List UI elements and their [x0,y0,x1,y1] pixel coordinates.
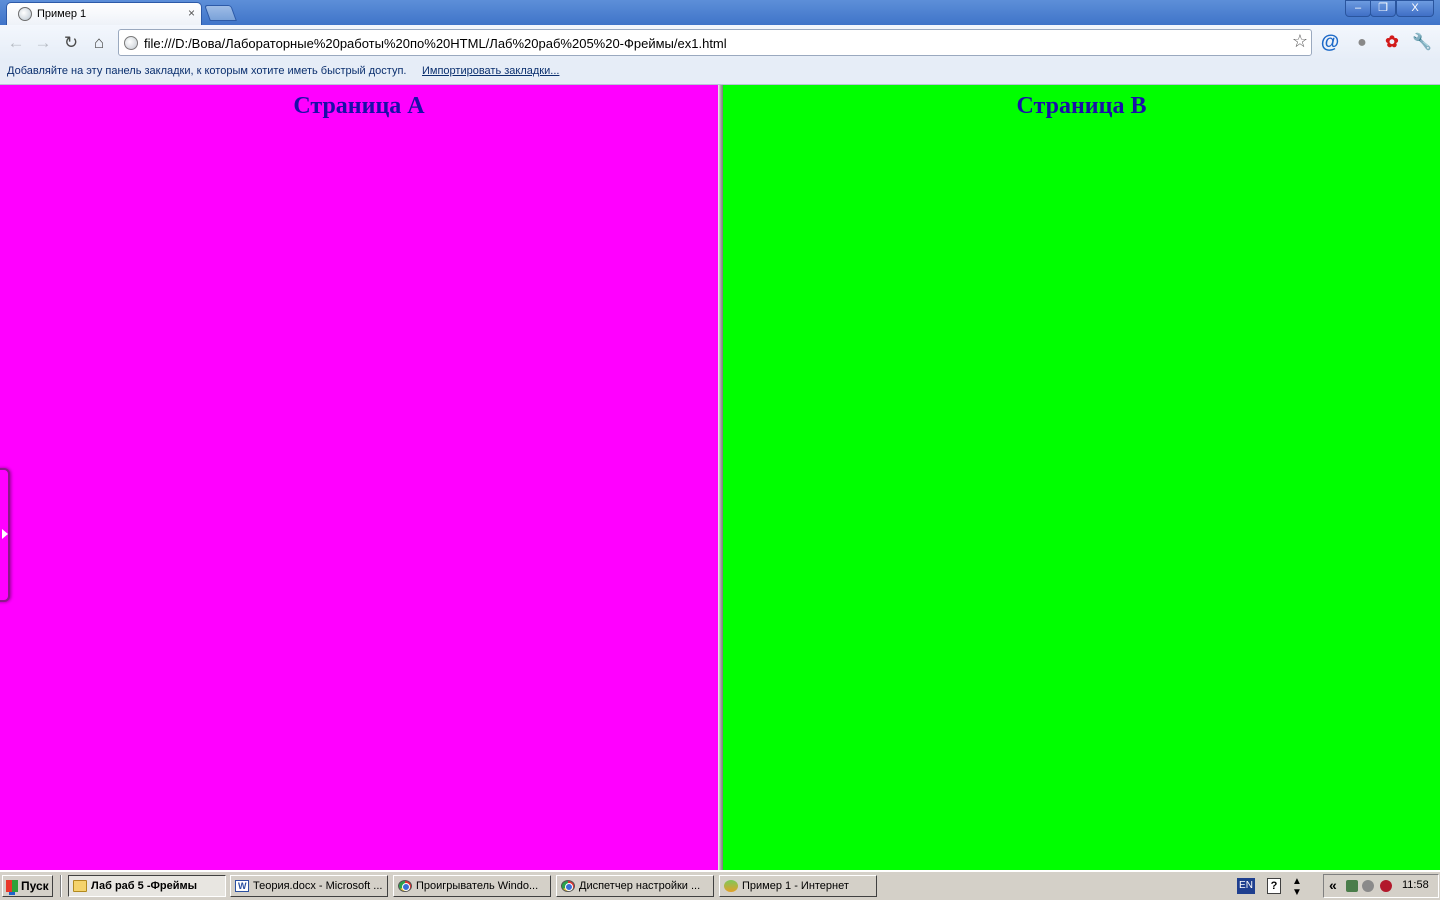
window-close-button[interactable]: X [1396,0,1434,17]
system-clock[interactable]: 11:58 [1402,879,1429,891]
network-icon[interactable] [1346,880,1358,892]
folder-icon [73,880,87,892]
chrome-icon [398,880,412,892]
reload-icon[interactable]: ↻ [61,33,81,53]
word-icon [235,876,249,896]
page-favicon-icon [18,7,32,21]
page-b-heading: Страница B [1016,93,1147,119]
windows-logo-icon [6,880,18,892]
bookmark-star-icon[interactable]: ☆ [1292,31,1308,52]
task-button-folder[interactable]: Лаб раб 5 -Фреймы [68,875,226,897]
task-button-manager[interactable]: Диспетчер настройки ... [556,875,714,897]
window-restore-button[interactable]: ❐ [1370,0,1396,17]
windows-taskbar: Пуск Лаб раб 5 -Фреймы Теория.docx - Mic… [0,870,1440,900]
volume-icon[interactable] [1362,880,1374,892]
restore-toolbar-icon[interactable]: ▲ ▼ [1292,876,1302,898]
ie-icon [724,880,738,892]
window-minimize-button[interactable]: – [1345,0,1371,17]
address-bar[interactable]: file:///D:/Вова/Лабораторные%20работы%20… [118,29,1312,56]
mail-extension-icon[interactable]: @ [1320,33,1340,53]
task-button-browser[interactable]: Пример 1 - Интернет [719,875,877,897]
page-info-icon[interactable] [124,36,138,50]
import-bookmarks-link[interactable]: Импортировать закладки... [422,65,559,77]
tab-title: Пример 1 [37,8,87,20]
task-label: Лаб раб 5 -Фреймы [91,880,198,892]
security-icon[interactable] [1380,880,1392,892]
chrome-icon [561,880,575,892]
task-label: Диспетчер настройки ... [579,880,701,892]
task-label: Проигрыватель Windo... [416,880,539,892]
browser-tab-active[interactable]: Пример 1 × [6,2,202,25]
task-label: Пример 1 - Интернет [742,880,849,892]
bookmarks-hint: Добавляйте на эту панель закладки, к кот… [7,65,407,77]
frame-page-b: Страница B [723,85,1440,870]
task-button-word[interactable]: Теория.docx - Microsoft ... [230,875,388,897]
bookmarks-bar: Добавляйте на эту панель закладки, к кот… [0,60,1440,85]
new-tab-button[interactable] [204,5,237,21]
browser-toolbar: ← → ↻ ⌂ file:///D:/Вова/Лабораторные%20р… [0,25,1440,60]
frame-page-a: Страница A [0,85,718,870]
pdf-extension-icon[interactable]: ✿ [1382,33,1402,53]
browser-tab-strip: Пример 1 × – ❐ X [0,0,1440,25]
home-icon[interactable]: ⌂ [89,33,109,53]
address-url[interactable]: file:///D:/Вова/Лабораторные%20работы%20… [144,36,727,51]
search-extension-icon[interactable]: ● [1352,33,1372,53]
taskbar-separator [60,875,62,897]
forward-arrow-icon[interactable]: → [33,33,53,53]
help-icon[interactable]: ? [1267,878,1281,894]
expand-arrow-icon [2,529,8,539]
side-panel-handle[interactable] [0,468,10,602]
tab-close-icon[interactable]: × [188,6,195,20]
start-label: Пуск [21,879,49,893]
wrench-menu-icon[interactable]: 🔧 [1412,33,1432,53]
start-button[interactable]: Пуск [2,875,53,897]
task-button-player[interactable]: Проигрыватель Windo... [393,875,551,897]
back-arrow-icon[interactable]: ← [6,33,26,53]
language-indicator[interactable]: EN [1237,878,1255,894]
show-hidden-icons-chevron[interactable]: « [1329,877,1337,893]
task-label: Теория.docx - Microsoft ... [253,880,383,892]
page-a-heading: Страница A [293,93,425,119]
system-tray: « 11:58 [1323,874,1439,898]
